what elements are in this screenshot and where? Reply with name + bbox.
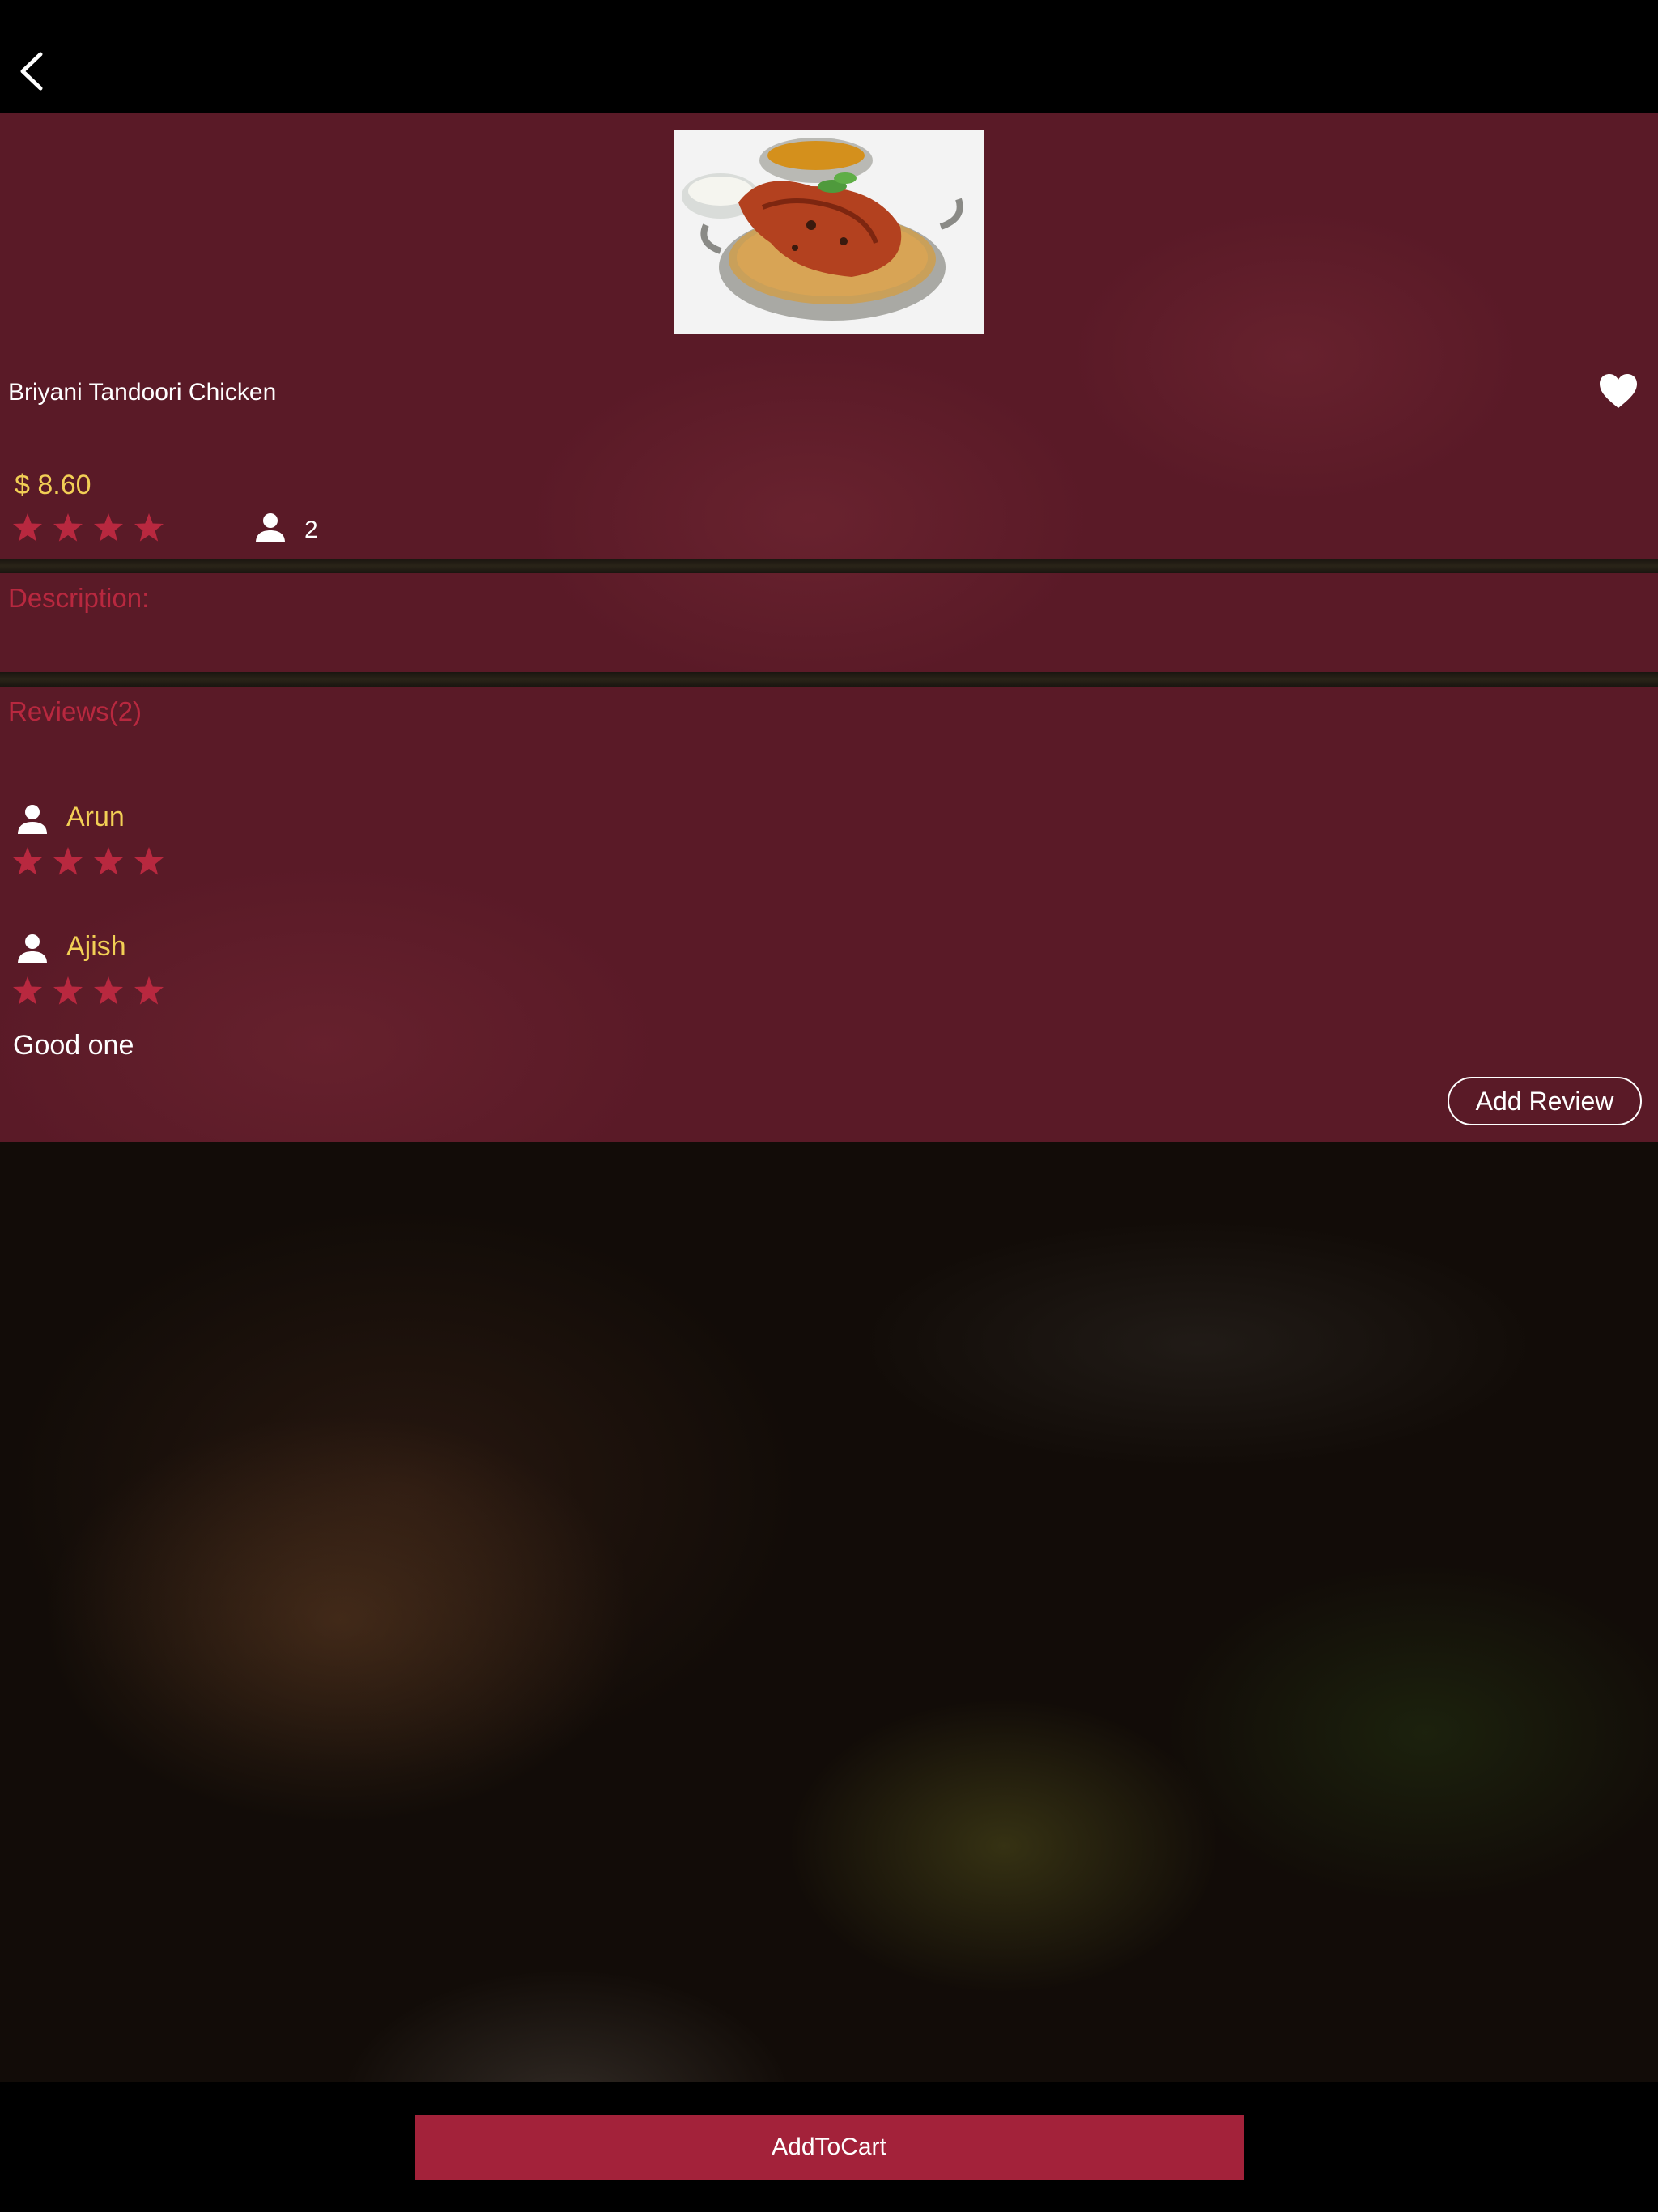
favorite-button[interactable] [1598,372,1639,410]
add-to-cart-button[interactable]: AddToCart [414,2115,1244,2180]
reviewer-avatar-icon [18,934,47,963]
star-icon [94,976,123,1005]
back-button[interactable] [11,45,52,97]
star-icon [94,513,123,542]
star-icon [134,847,164,875]
dish-rating [11,512,165,544]
dish-name: Briyani Tandoori Chicken [8,379,277,406]
section-divider [0,672,1658,687]
reviews-label: Reviews(2) [8,696,142,726]
nav-bar [0,0,1658,113]
review-rating [11,845,165,878]
screen: Briyani Tandoori Chicken $ 8.60 2 Descri… [0,0,1658,2212]
person-icon [256,513,285,542]
star-icon [53,513,83,542]
star-icon [13,847,42,875]
star-icon [134,976,164,1005]
reviewer-name: Ajish [66,931,126,962]
description-label: Description: [8,583,150,613]
review-rating [11,975,165,1007]
dish-price: $ 8.60 [15,470,91,500]
star-icon [53,976,83,1005]
star-icon [53,847,83,875]
serves-count: 2 [304,517,318,543]
section-divider [0,559,1658,573]
reviewer-name: Arun [66,802,125,832]
dish-image [674,130,984,334]
heart-icon [1600,374,1637,408]
chevron-left-icon [20,52,43,91]
star-icon [13,513,42,542]
reviewer-avatar-icon [18,805,47,834]
star-icon [13,976,42,1005]
bottom-bar: AddToCart [0,2082,1658,2212]
star-icon [94,847,123,875]
star-icon [134,513,164,542]
add-review-button[interactable]: Add Review [1448,1077,1642,1125]
review-text: Good one [13,1030,134,1061]
